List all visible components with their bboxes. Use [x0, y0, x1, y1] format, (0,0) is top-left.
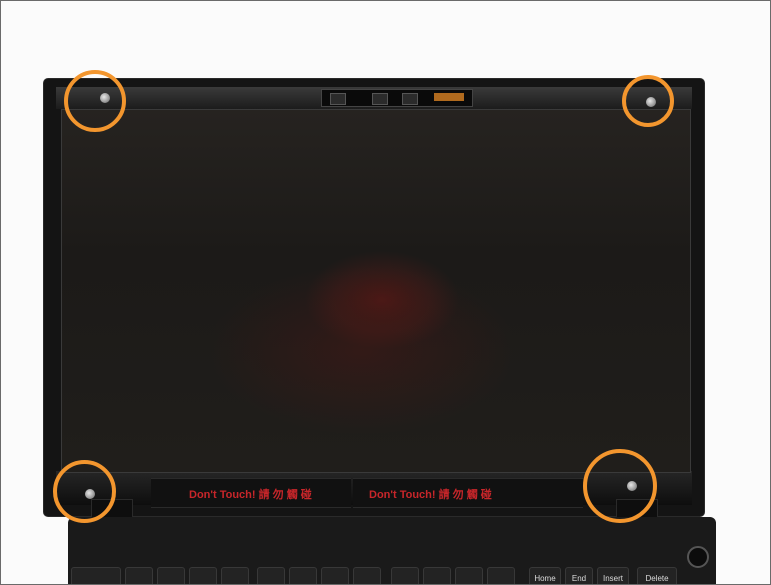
keyboard-key — [71, 567, 121, 584]
keyboard-key — [257, 567, 285, 584]
tape-warning-text: Don't Touch! 請 勿 觸 碰 — [189, 489, 312, 501]
key-delete: Delete — [637, 567, 677, 584]
keyboard-key — [289, 567, 317, 584]
webcam-part — [402, 93, 418, 105]
key-end: End — [565, 567, 593, 584]
webcam-part — [330, 93, 346, 105]
highlight-marker-top-right — [622, 75, 674, 127]
webcam-part — [372, 93, 388, 105]
webcam-module — [321, 89, 473, 107]
keyboard-key — [423, 567, 451, 584]
keyboard-key — [189, 567, 217, 584]
keyboard-key — [157, 567, 185, 584]
keyboard-key — [391, 567, 419, 584]
tape-warning-text: Don't Touch! 請 勿 觸 碰 — [369, 489, 492, 501]
webcam-cable — [434, 93, 464, 101]
power-button — [687, 546, 709, 568]
key-insert: Insert — [597, 567, 629, 584]
keyboard-key — [353, 567, 381, 584]
keyboard-key — [487, 567, 515, 584]
highlight-marker-bottom-right — [583, 449, 657, 523]
key-home: Home — [529, 567, 561, 584]
lcd-panel — [61, 109, 691, 473]
keyboard-key — [455, 567, 483, 584]
keyboard-key — [125, 567, 153, 584]
photo-frame: Don't Touch! 請 勿 觸 碰 Don't Touch! 請 勿 觸 … — [0, 0, 771, 585]
highlight-marker-top-left — [64, 70, 126, 132]
highlight-marker-bottom-left — [53, 460, 116, 523]
keyboard-key — [321, 567, 349, 584]
keyboard-key — [221, 567, 249, 584]
